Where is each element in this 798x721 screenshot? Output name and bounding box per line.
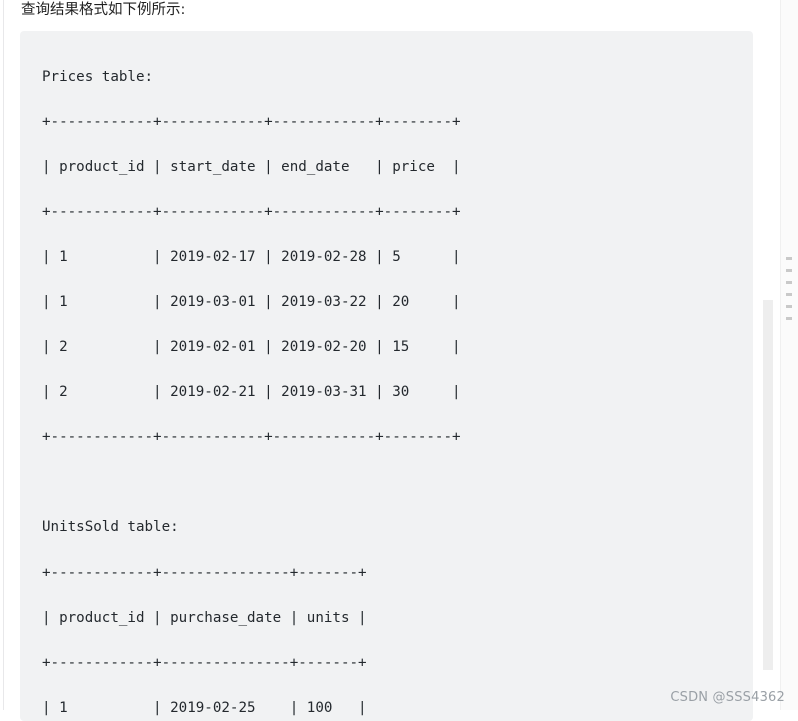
- prices-table-title: Prices table:: [42, 68, 154, 85]
- units-rule-mid: +------------+---------------+-------+: [42, 654, 367, 671]
- table-row: | 1 | 2019-02-17 | 2019-02-28 | 5 |: [42, 248, 461, 265]
- vertical-dots-grip-icon[interactable]: [786, 257, 793, 329]
- code-block: Prices table: +------------+------------…: [20, 31, 753, 721]
- table-row: | 2 | 2019-02-21 | 2019-03-31 | 30 |: [42, 384, 461, 401]
- table-row: | 1 | 2019-03-01 | 2019-03-22 | 20 |: [42, 294, 461, 311]
- prices-rule-mid: +------------+------------+------------+…: [42, 203, 461, 220]
- table-row: | 1 | 2019-02-25 | 100 |: [42, 699, 367, 716]
- prices-rule-top: +------------+------------+------------+…: [42, 113, 461, 130]
- vertical-scrollbar[interactable]: [763, 0, 798, 710]
- prices-rule-bottom: +------------+------------+------------+…: [42, 429, 461, 446]
- table-row: | 2 | 2019-02-01 | 2019-02-20 | 15 |: [42, 339, 461, 356]
- prices-header-row: | product_id | start_date | end_date | p…: [42, 158, 461, 175]
- units-rule-top: +------------+---------------+-------+: [42, 564, 367, 581]
- article-content: 查询结果格式如下例所示: Prices table: +------------…: [0, 0, 760, 721]
- code-text: Prices table: +------------+------------…: [42, 43, 461, 721]
- scrollbar-thumb[interactable]: [763, 300, 773, 670]
- units-header-row: | product_id | purchase_date | units |: [42, 609, 367, 626]
- csdn-watermark: CSDN @SSS4362: [670, 690, 785, 705]
- intro-paragraph: 查询结果格式如下例所示:: [21, 2, 186, 18]
- unitssold-table-title: UnitsSold table:: [42, 519, 179, 536]
- right-gutter: [763, 0, 798, 710]
